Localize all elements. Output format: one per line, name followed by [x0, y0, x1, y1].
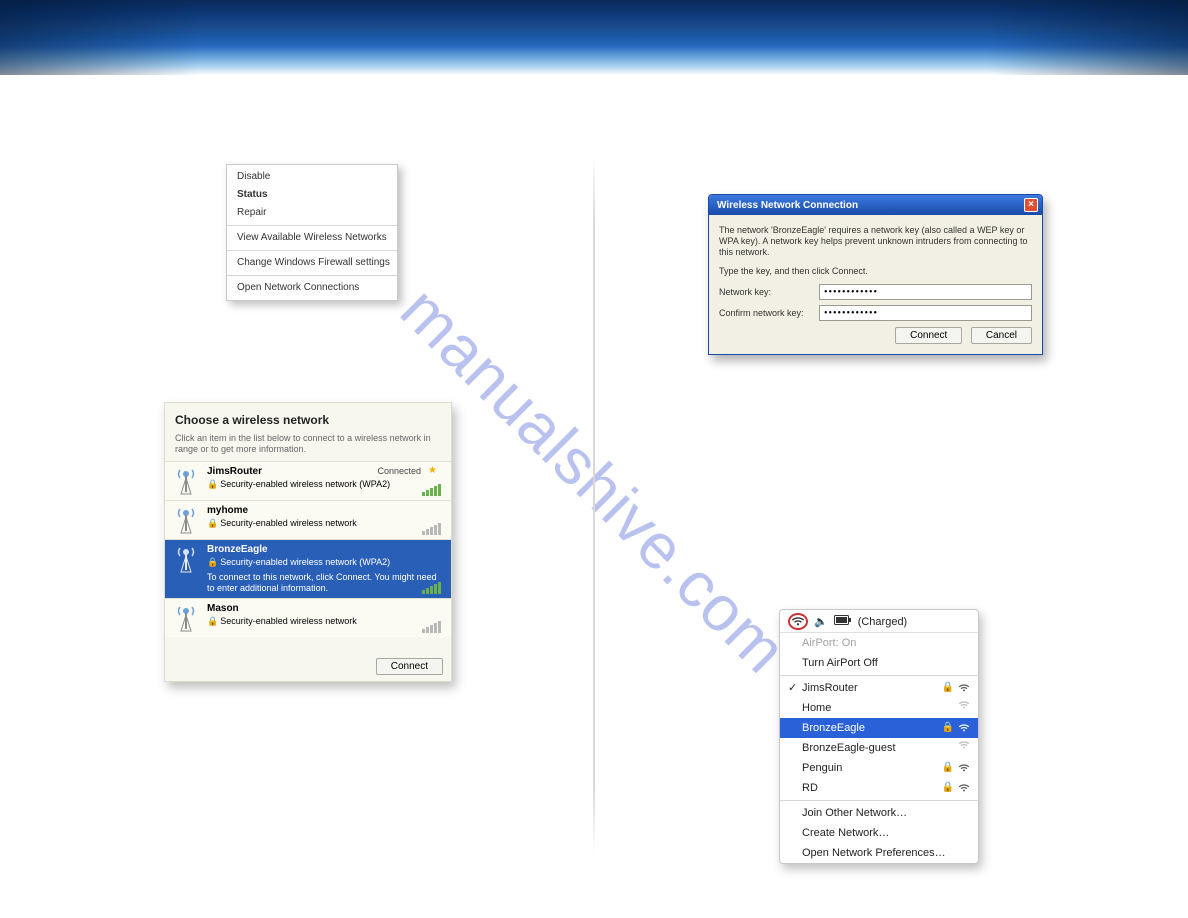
network-name: BronzeEagle [207, 544, 443, 557]
airport-net-name: JimsRouter [802, 682, 858, 694]
network-desc: Security-enabled wireless network [220, 518, 357, 528]
airport-net-jimsrouter[interactable]: ✓ JimsRouter 🔒 [780, 678, 978, 698]
battery-icon[interactable] [834, 615, 852, 628]
menu-separator [780, 675, 978, 676]
column-divider [593, 155, 595, 855]
network-name: myhome [207, 505, 443, 518]
network-row-mason[interactable]: Mason 🔒Security-enabled wireless network [165, 598, 451, 637]
create-network[interactable]: Create Network… [780, 823, 978, 843]
network-key-dialog: Wireless Network Connection × The networ… [708, 194, 1043, 355]
airport-net-name: BronzeEagle [802, 722, 865, 734]
volume-icon[interactable]: 🔈 [814, 615, 828, 628]
airport-menubar-icon[interactable] [788, 613, 808, 630]
confirm-key-label: Confirm network key: [719, 308, 819, 318]
choose-hint: Click an item in the list below to conne… [165, 433, 451, 461]
network-list: JimsRouter 🔒Security-enabled wireless ne… [165, 461, 451, 637]
turn-airport-off[interactable]: Turn AirPort Off [780, 653, 978, 673]
lock-icon: 🔒 [942, 780, 954, 796]
airport-net-rd[interactable]: RD 🔒 [780, 778, 978, 798]
airport-net-name: RD [802, 782, 818, 794]
ctx-view-networks[interactable]: View Available Wireless Networks [227, 229, 397, 247]
network-desc: Security-enabled wireless network (WPA2) [220, 479, 390, 489]
ctx-repair[interactable]: Repair [227, 204, 397, 222]
antenna-icon [173, 603, 199, 633]
lock-icon: 🔒 [942, 760, 954, 776]
signal-bars-icon [422, 523, 441, 535]
lock-icon: 🔒 [942, 720, 954, 736]
lock-icon: 🔒 [207, 479, 218, 489]
network-name: Mason [207, 603, 443, 616]
dialog-prompt: Type the key, and then click Connect. [719, 266, 1032, 276]
ctx-open-connections[interactable]: Open Network Connections [227, 279, 397, 297]
antenna-icon [173, 466, 199, 496]
network-instruction: To connect to this network, click Connec… [207, 568, 443, 594]
ctx-status[interactable]: Status [227, 186, 397, 204]
check-icon: ✓ [788, 680, 797, 696]
confirm-key-input[interactable] [819, 305, 1032, 321]
signal-bars-icon [422, 621, 441, 633]
wifi-icon [958, 683, 970, 693]
network-key-label: Network key: [719, 287, 819, 297]
connected-label: Connected [377, 466, 421, 476]
antenna-icon [173, 505, 199, 535]
wifi-icon [958, 723, 970, 733]
tray-context-menu: Disable Status Repair View Available Wir… [226, 164, 398, 301]
network-row-jimsrouter[interactable]: JimsRouter 🔒Security-enabled wireless ne… [165, 461, 451, 500]
wifi-icon [958, 700, 970, 710]
battery-status-text: (Charged) [858, 616, 908, 628]
wifi-icon [958, 740, 970, 750]
page-banner [0, 0, 1188, 75]
dialog-title: Wireless Network Connection [717, 200, 858, 211]
open-network-preferences[interactable]: Open Network Preferences… [780, 843, 978, 863]
choose-network-panel: Choose a wireless network Click an item … [164, 402, 452, 682]
wifi-icon [958, 763, 970, 773]
airport-status: AirPort: On [780, 633, 978, 653]
connect-button[interactable]: Connect [895, 327, 962, 344]
network-desc: Security-enabled wireless network [220, 616, 357, 626]
lock-icon: 🔒 [942, 680, 954, 696]
airport-net-bronzeeagle-guest[interactable]: BronzeEagle-guest [780, 738, 978, 758]
choose-title: Choose a wireless network [165, 403, 451, 433]
favorite-star-icon: ★ [428, 465, 437, 476]
lock-icon: 🔒 [207, 557, 218, 567]
lock-icon: 🔒 [207, 518, 218, 528]
airport-net-name: Home [802, 702, 831, 714]
wifi-icon [958, 783, 970, 793]
mac-menubar: 🔈 (Charged) [780, 610, 978, 633]
airport-net-penguin[interactable]: Penguin 🔒 [780, 758, 978, 778]
airport-net-name: Penguin [802, 762, 842, 774]
choose-connect-button[interactable]: Connect [376, 658, 443, 675]
antenna-icon [173, 544, 199, 574]
airport-net-name: BronzeEagle-guest [802, 742, 896, 754]
network-desc: Security-enabled wireless network (WPA2) [220, 557, 390, 567]
network-row-bronzeeagle[interactable]: BronzeEagle 🔒Security-enabled wireless n… [165, 539, 451, 598]
signal-bars-icon [422, 582, 441, 594]
join-other-network[interactable]: Join Other Network… [780, 803, 978, 823]
close-icon[interactable]: × [1024, 198, 1038, 212]
dialog-intro: The network 'BronzeEagle' requires a net… [719, 225, 1032, 258]
airport-net-bronzeeagle[interactable]: BronzeEagle 🔒 [780, 718, 978, 738]
airport-net-home[interactable]: Home [780, 698, 978, 718]
lock-icon: 🔒 [207, 616, 218, 626]
network-row-myhome[interactable]: myhome 🔒Security-enabled wireless networ… [165, 500, 451, 539]
signal-bars-icon [422, 484, 441, 496]
network-key-input[interactable] [819, 284, 1032, 300]
airport-menu: 🔈 (Charged) AirPort: On Turn AirPort Off… [779, 609, 979, 864]
ctx-disable[interactable]: Disable [227, 168, 397, 186]
ctx-firewall[interactable]: Change Windows Firewall settings [227, 254, 397, 272]
cancel-button[interactable]: Cancel [971, 327, 1032, 344]
menu-separator [780, 800, 978, 801]
